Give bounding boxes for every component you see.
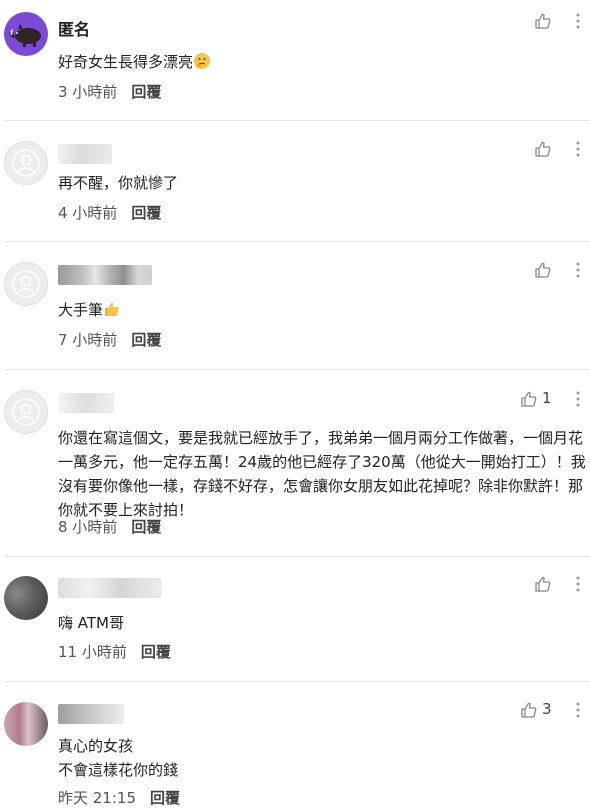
user-silhouette-icon [12, 398, 40, 426]
thumbs-up-icon[interactable] [534, 575, 552, 593]
boar-icon [9, 24, 41, 47]
comment-divider [4, 681, 590, 682]
more-options-icon[interactable] [576, 13, 580, 29]
default-avatar[interactable] [4, 390, 48, 434]
thumbs-up-icon[interactable] [534, 12, 552, 30]
more-options-icon[interactable] [576, 391, 580, 407]
comment-time: 昨天 21:15 [58, 789, 136, 807]
comment-author-redacted[interactable] [58, 393, 114, 413]
anonymous-avatar[interactable] [4, 12, 48, 56]
more-options-icon[interactable] [576, 262, 580, 278]
default-avatar[interactable] [4, 141, 48, 185]
thumbs-up-emoji-icon [103, 300, 121, 325]
more-options-icon[interactable] [576, 576, 580, 592]
comment-meta: 7 小時前 回覆 [58, 329, 161, 350]
thinking-face-icon [193, 52, 211, 77]
default-avatar[interactable] [4, 262, 48, 306]
comment-author[interactable]: 匿名 [58, 16, 90, 40]
reply-button[interactable]: 回覆 [131, 83, 161, 101]
thumbs-up-icon[interactable] [534, 261, 552, 279]
comment-meta: 3 小時前 回覆 [58, 81, 161, 102]
comment-author-redacted[interactable] [58, 144, 112, 164]
comment-time: 4 小時前 [58, 204, 118, 222]
comment-meta: 4 小時前 回覆 [58, 202, 161, 223]
comment-time: 7 小時前 [58, 331, 118, 349]
comment-text: 大手筆 [58, 298, 588, 325]
more-options-icon[interactable] [576, 702, 580, 718]
reply-button[interactable]: 回覆 [141, 643, 171, 661]
thumbs-up-icon[interactable] [534, 140, 552, 158]
reply-button[interactable]: 回覆 [131, 518, 161, 536]
comment-text: 好奇女生長得多漂亮 [58, 50, 588, 77]
reply-button[interactable]: 回覆 [131, 204, 161, 222]
comment-divider [4, 556, 590, 557]
comment-text: 你還在寫這個文，要是我就已經放手了，我弟弟一個月兩分工作做著，一個月花 一萬多元… [58, 429, 586, 519]
comment-divider [4, 241, 590, 242]
user-silhouette-icon [12, 270, 40, 298]
comment-time: 3 小時前 [58, 83, 118, 101]
user-silhouette-icon [12, 149, 40, 177]
reply-button[interactable]: 回覆 [150, 789, 180, 807]
comment-author-redacted[interactable] [58, 265, 152, 285]
comment-meta: 8 小時前 回覆 [58, 516, 161, 537]
user-avatar[interactable] [4, 576, 48, 620]
comment-text: 嗨 ATM哥 [58, 614, 124, 632]
user-avatar[interactable] [4, 702, 48, 746]
more-options-icon[interactable] [576, 141, 580, 157]
like-count: 1 [542, 389, 552, 407]
comment-text: 真心的女孩 不會這樣花你的錢 [58, 737, 179, 779]
comment-time: 11 小時前 [58, 643, 127, 661]
comment-meta: 昨天 21:15 回覆 [58, 787, 180, 808]
comment-time: 8 小時前 [58, 518, 118, 536]
like-count: 3 [542, 700, 552, 718]
thumbs-up-icon[interactable] [520, 390, 538, 408]
comment-meta: 11 小時前 回覆 [58, 641, 171, 662]
reply-button[interactable]: 回覆 [131, 331, 161, 349]
comment-divider [4, 369, 590, 370]
comment-author-redacted[interactable] [58, 704, 124, 724]
comment-text: 再不醒，你就慘了 [58, 174, 179, 192]
comment-divider [4, 120, 590, 121]
comment-author-redacted[interactable] [58, 578, 162, 598]
thumbs-up-icon[interactable] [520, 701, 538, 719]
